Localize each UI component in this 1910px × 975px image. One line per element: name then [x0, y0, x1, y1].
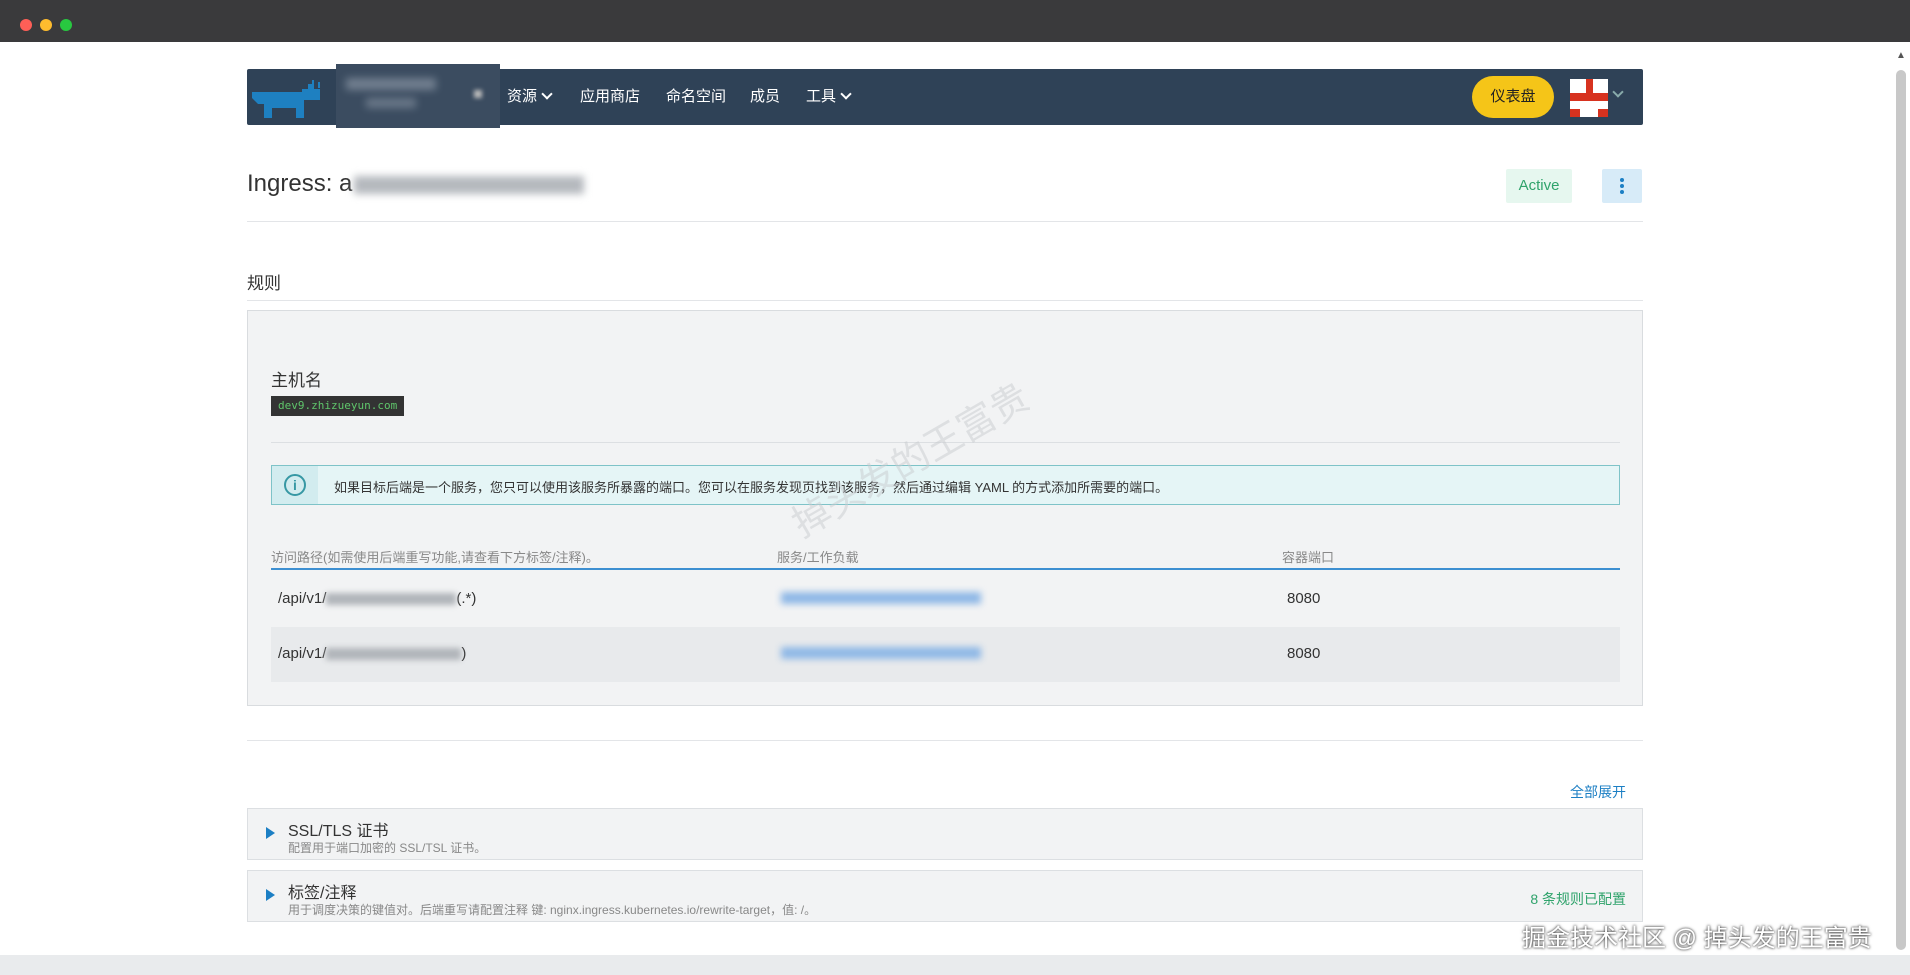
column-header-path[interactable]: 访问路径(如需使用后端重写功能,请查看下方标签/注释)。 [271, 547, 599, 566]
minimize-window-button[interactable] [40, 19, 52, 31]
accordion-subtitle: 配置用于端口加密的 SSL/TSL 证书。 [288, 841, 487, 855]
column-header-port[interactable]: 容器端口 [1282, 547, 1334, 566]
window-titlebar [0, 0, 1910, 42]
browser-window: 资源 应用商店 命名空间 成员 工具 仪表盘 Ingress: a Active… [0, 0, 1910, 975]
service-link[interactable] [781, 647, 981, 659]
accordion-ssl-tls[interactable]: SSL/TLS 证书 配置用于端口加密的 SSL/TSL 证书。 [247, 808, 1643, 860]
column-header-service[interactable]: 服务/工作负载 [777, 547, 859, 566]
path-cell: /api/v1/) [278, 645, 467, 662]
accordion-labels-annotations[interactable]: 标签/注释 用于调度决策的键值对。后端重写请配置注释 键: nginx.ingr… [247, 870, 1643, 922]
close-window-button[interactable] [20, 19, 32, 31]
scroll-up-arrow-icon[interactable]: ▲ [1896, 50, 1906, 62]
divider [247, 221, 1643, 222]
nav-item-app-store[interactable]: 应用商店 [580, 85, 640, 106]
maximize-window-button[interactable] [60, 19, 72, 31]
expand-arrow-icon[interactable] [266, 827, 275, 839]
table-header-divider [271, 568, 1620, 570]
chevron-down-icon [840, 88, 852, 100]
port-cell: 8080 [1287, 645, 1321, 662]
nav-item-label: 工具 [806, 88, 837, 105]
section-title: 规则 [247, 274, 281, 293]
accordion-title: SSL/TLS 证书 [288, 823, 389, 840]
rancher-logo-icon[interactable] [248, 78, 324, 118]
table-row: /api/v1/(.*) 8080 [271, 572, 1620, 627]
nav-item-label: 资源 [507, 88, 538, 105]
dashboard-button[interactable]: 仪表盘 [1472, 76, 1554, 118]
nav-item-label: 应用商店 [580, 88, 641, 105]
rules-configured-status: 8 条规则已配置 [1530, 891, 1626, 907]
nav-item-label: 命名空间 [666, 88, 727, 105]
path-cell: /api/v1/(.*) [278, 590, 477, 607]
hostname-label: 主机名 [271, 371, 322, 390]
bottom-strip [0, 955, 1910, 975]
info-icon: i [284, 474, 306, 496]
status-badge: Active [1506, 169, 1572, 203]
expand-arrow-icon[interactable] [266, 889, 275, 901]
nav-item-label: 成员 [750, 88, 781, 105]
accordion-subtitle: 用于调度决策的键值对。后端重写请配置注释 键: nginx.ingress.ku… [288, 903, 817, 917]
accordion-title: 标签/注释 [288, 885, 357, 902]
more-actions-button[interactable] [1602, 169, 1642, 203]
page-title-text: Ingress: a [247, 170, 353, 197]
hostname-value: dev9.zhizueyun.com [271, 396, 405, 416]
divider [247, 740, 1643, 741]
nav-item-tools[interactable]: 工具 [806, 85, 852, 106]
nav-item-namespaces[interactable]: 命名空间 [666, 85, 726, 106]
service-link[interactable] [781, 592, 981, 604]
nav-item-members[interactable]: 成员 [750, 85, 780, 106]
divider [247, 300, 1643, 301]
vertical-scrollbar[interactable] [1896, 70, 1906, 950]
port-cell: 8080 [1287, 590, 1321, 607]
expand-all-link[interactable]: 全部展开 [1570, 782, 1626, 802]
chevron-down-icon [541, 88, 553, 100]
user-avatar[interactable] [1570, 79, 1608, 117]
info-text: 如果目标后端是一个服务，您只可以使用该服务所暴露的端口。您可以在服务发现页找到该… [334, 480, 1169, 495]
nav-item-resources[interactable]: 资源 [507, 85, 553, 106]
redacted-name [354, 175, 585, 194]
table-row: /api/v1/) 8080 [271, 627, 1620, 682]
watermark-corner: 掘金技术社区 @ 掉头发的王富贵 [1522, 925, 1872, 952]
info-banner: i 如果目标后端是一个服务，您只可以使用该服务所暴露的端口。您可以在服务发现页找… [271, 465, 1620, 505]
cluster-selector[interactable] [336, 64, 500, 128]
page-title: Ingress: a [247, 170, 585, 198]
